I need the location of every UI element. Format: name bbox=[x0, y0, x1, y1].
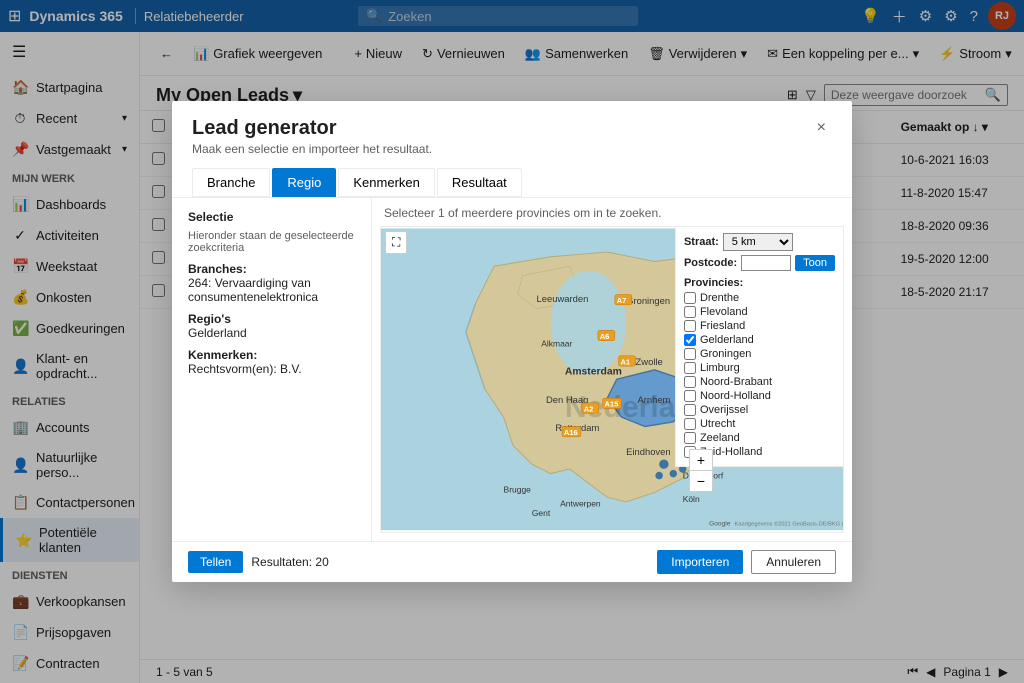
svg-text:Leeuwarden: Leeuwarden bbox=[537, 293, 589, 304]
straat-dropdown[interactable]: 5 km 10 km 25 km bbox=[723, 233, 793, 251]
province-zeeland-checkbox[interactable] bbox=[684, 432, 696, 444]
provinces-label: Provincies: bbox=[684, 277, 835, 289]
province-overijssel-label: Overijssel bbox=[700, 404, 748, 416]
province-gelderland: Gelderland bbox=[684, 334, 835, 346]
postcode-row: Postcode: Toon bbox=[684, 255, 835, 271]
province-friesland-label: Friesland bbox=[700, 320, 745, 332]
province-drenthe-checkbox[interactable] bbox=[684, 292, 696, 304]
svg-text:A2: A2 bbox=[584, 405, 594, 414]
modal-body: Selectie Hieronder staan de geselecteerd… bbox=[172, 198, 852, 541]
modal-footer-right: Importeren Annuleren bbox=[657, 550, 836, 574]
tellen-button[interactable]: Tellen bbox=[188, 551, 243, 573]
province-gelderland-label: Gelderland bbox=[700, 334, 754, 346]
map-zoom-controls: + − bbox=[689, 449, 713, 492]
svg-text:A7: A7 bbox=[617, 296, 627, 305]
map-address-panel: Straat: 5 km 10 km 25 km Postcode: Toon bbox=[675, 227, 843, 467]
zoom-out-button[interactable]: − bbox=[690, 471, 712, 491]
modal-title: Lead generator bbox=[192, 117, 432, 140]
tab-kenmerken[interactable]: Kenmerken bbox=[338, 168, 434, 197]
svg-text:Brugge: Brugge bbox=[504, 485, 532, 495]
province-overijssel-checkbox[interactable] bbox=[684, 404, 696, 416]
province-flevoland-label: Flevoland bbox=[700, 306, 748, 318]
province-drenthe: Drenthe bbox=[684, 292, 835, 304]
svg-text:A16: A16 bbox=[564, 428, 578, 437]
svg-text:Zwolle: Zwolle bbox=[636, 356, 663, 367]
province-noord-holland-checkbox[interactable] bbox=[684, 390, 696, 402]
map-expand-button[interactable]: ⛶ bbox=[385, 231, 407, 254]
postcode-label: Postcode: bbox=[684, 257, 737, 269]
modal-subtitle: Maak een selectie en importeer het resul… bbox=[192, 142, 432, 156]
province-noord-holland-label: Noord-Holland bbox=[700, 390, 771, 402]
lead-generator-modal: Lead generator Maak een selectie en impo… bbox=[172, 101, 852, 582]
province-noord-brabant-label: Noord-Brabant bbox=[700, 376, 772, 388]
province-limburg-checkbox[interactable] bbox=[684, 362, 696, 374]
svg-text:Google: Google bbox=[709, 521, 731, 528]
svg-text:Amsterdam: Amsterdam bbox=[565, 367, 622, 378]
province-friesland-checkbox[interactable] bbox=[684, 320, 696, 332]
straat-label: Straat: bbox=[684, 236, 719, 248]
svg-text:A1: A1 bbox=[620, 357, 630, 366]
province-limburg: Limburg bbox=[684, 362, 835, 374]
modal-tabs: Branche Regio Kenmerken Resultaat bbox=[172, 160, 852, 198]
province-noord-holland: Noord-Holland bbox=[684, 390, 835, 402]
selection-branches: Branches: 264: Vervaardiging van consume… bbox=[188, 262, 355, 304]
province-limburg-label: Limburg bbox=[700, 362, 740, 374]
svg-text:Köln: Köln bbox=[683, 494, 700, 504]
province-zeeland-label: Zeeland bbox=[700, 432, 740, 444]
svg-text:Gent: Gent bbox=[532, 508, 551, 518]
toon-button[interactable]: Toon bbox=[795, 255, 835, 271]
modal-footer: Tellen Resultaten: 20 Importeren Annuler… bbox=[172, 541, 852, 582]
straat-row: Straat: 5 km 10 km 25 km bbox=[684, 233, 835, 251]
selection-kenmerken: Kenmerken: Rechtsvorm(en): B.V. bbox=[188, 348, 355, 376]
province-flevoland-checkbox[interactable] bbox=[684, 306, 696, 318]
svg-text:Alkmaar: Alkmaar bbox=[541, 338, 572, 348]
annuleren-button[interactable]: Annuleren bbox=[751, 550, 836, 574]
tab-resultaat[interactable]: Resultaat bbox=[437, 168, 522, 197]
province-overijssel: Overijssel bbox=[684, 404, 835, 416]
svg-text:Antwerpen: Antwerpen bbox=[560, 499, 601, 509]
modal-left-panel: Selectie Hieronder staan de geselecteerd… bbox=[172, 198, 372, 541]
province-noord-brabant: Noord-Brabant bbox=[684, 376, 835, 388]
selection-regio: Regio's Gelderland bbox=[188, 312, 355, 340]
svg-text:A15: A15 bbox=[604, 400, 618, 409]
modal-overlay: Lead generator Maak een selectie en impo… bbox=[0, 0, 1024, 683]
province-utrecht: Utrecht bbox=[684, 418, 835, 430]
modal-right-panel: Selecteer 1 of meerdere provincies om in… bbox=[372, 198, 852, 541]
svg-text:Groningen: Groningen bbox=[626, 295, 670, 306]
selection-description: Hieronder staan de geselecteerde zoekcri… bbox=[188, 230, 355, 254]
province-friesland: Friesland bbox=[684, 320, 835, 332]
province-gelderland-checkbox[interactable] bbox=[684, 334, 696, 346]
province-utrecht-checkbox[interactable] bbox=[684, 418, 696, 430]
postcode-input[interactable] bbox=[741, 255, 791, 271]
svg-text:A6: A6 bbox=[600, 332, 610, 341]
province-utrecht-label: Utrecht bbox=[700, 418, 735, 430]
tab-regio[interactable]: Regio bbox=[272, 168, 336, 197]
province-groningen: Groningen bbox=[684, 348, 835, 360]
province-noord-brabant-checkbox[interactable] bbox=[684, 376, 696, 388]
zoom-in-button[interactable]: + bbox=[690, 450, 712, 470]
map-instruction: Selecteer 1 of meerdere provincies om in… bbox=[380, 206, 844, 220]
modal-header: Lead generator Maak een selectie en impo… bbox=[172, 101, 852, 160]
province-groningen-checkbox[interactable] bbox=[684, 348, 696, 360]
province-zeeland: Zeeland bbox=[684, 432, 835, 444]
province-drenthe-label: Drenthe bbox=[700, 292, 739, 304]
provinces-panel: Provincies: Drenthe Flevoland bbox=[684, 277, 835, 458]
importeren-button[interactable]: Importeren bbox=[657, 550, 743, 574]
results-count: Resultaten: 20 bbox=[251, 555, 328, 569]
tab-branche[interactable]: Branche bbox=[192, 168, 270, 197]
province-groningen-label: Groningen bbox=[700, 348, 751, 360]
netherlands-map: Groningen Leeuwarden Alkmaar Amsterdam D… bbox=[380, 226, 844, 533]
selection-heading: Selectie bbox=[188, 210, 355, 224]
province-flevoland: Flevoland bbox=[684, 306, 835, 318]
modal-close-button[interactable]: × bbox=[811, 117, 832, 139]
modal-footer-left: Tellen Resultaten: 20 bbox=[188, 551, 329, 573]
svg-text:Kaartgegevens ©2021 GeoBasis-D: Kaartgegevens ©2021 GeoBasis-DE/BKG (©20… bbox=[735, 521, 843, 528]
svg-text:Eindhoven: Eindhoven bbox=[626, 446, 670, 457]
